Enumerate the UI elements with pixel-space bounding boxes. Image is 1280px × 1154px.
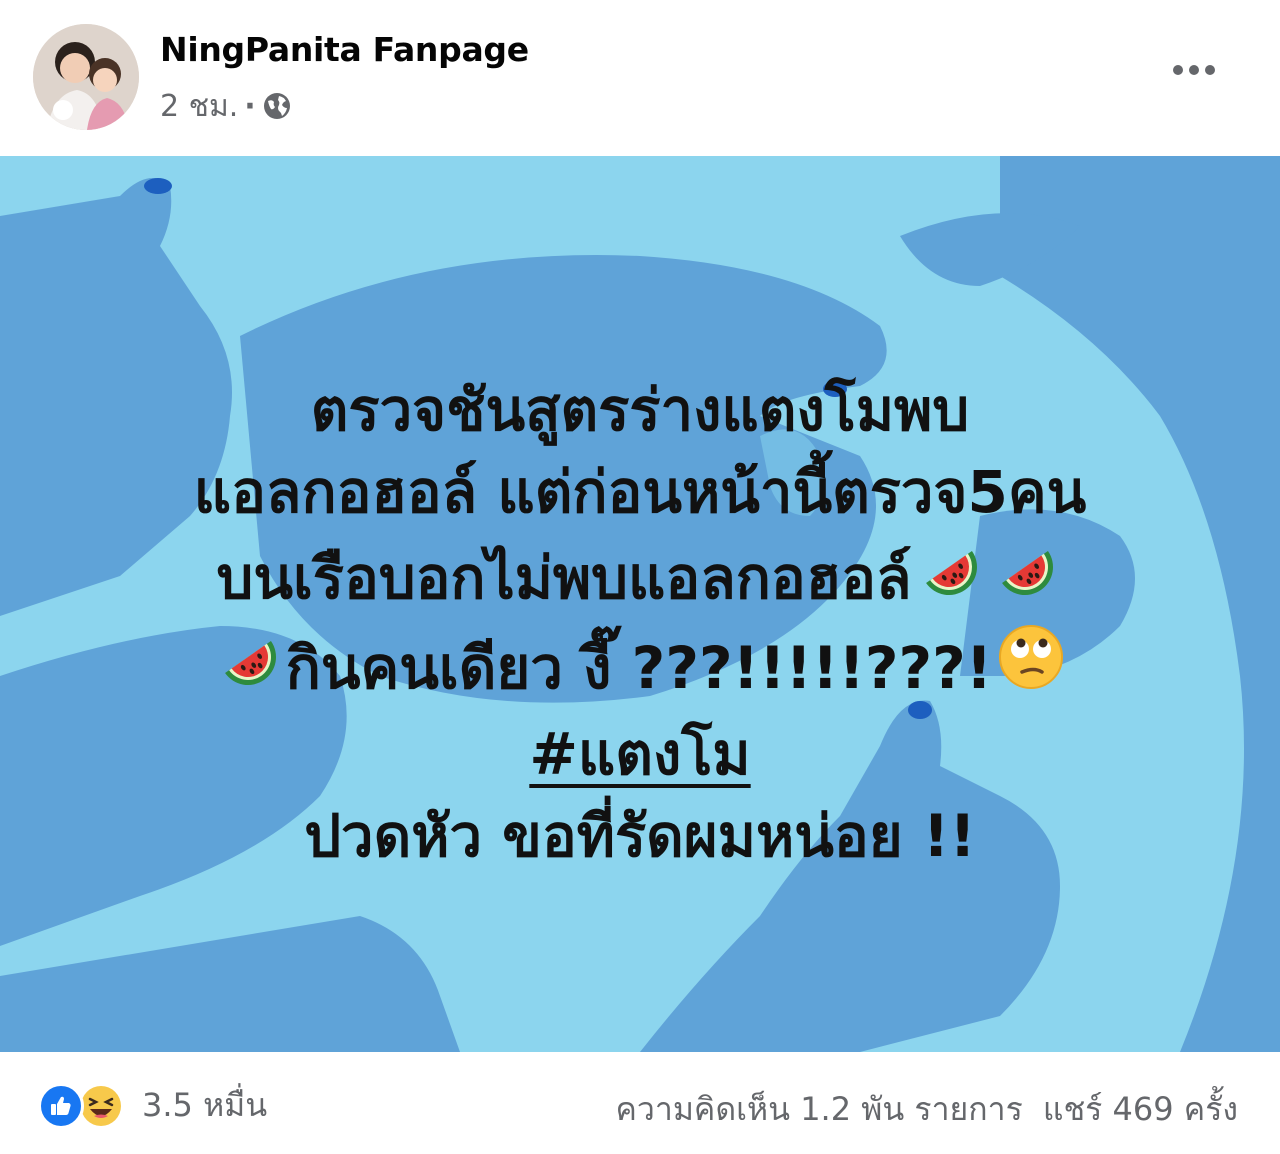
post-header: NingPanita Fanpage 2 ชม. · — [0, 0, 1280, 156]
status-line-1: ตรวจชันสูตรร่างแตงโมพบ — [310, 376, 970, 444]
status-line-5: #แตงโม — [529, 713, 750, 795]
globe-icon[interactable] — [262, 91, 292, 121]
more-options-button[interactable] — [1168, 50, 1220, 90]
status-line-4-text: กินคนเดียว งี๊ ???!!!!!???! — [285, 633, 993, 702]
status-line-4: กินคนเดียว งี๊ ???!!!!!???! — [210, 622, 1071, 713]
reaction-count: 3.5 หมื่น — [142, 1086, 268, 1124]
rolling-eyes-emoji — [996, 622, 1066, 713]
status-line-6: ปวดหัว ขอที่รัดผมหน่อย !! — [304, 802, 976, 870]
like-icon — [38, 1082, 84, 1129]
haha-icon — [78, 1082, 124, 1129]
post-time[interactable]: 2 ชม. — [160, 83, 238, 130]
watermelon-emoji — [915, 533, 983, 622]
reactions-summary[interactable]: 3.5 หมื่น — [38, 1080, 267, 1131]
watermelon-emoji — [214, 623, 282, 712]
facebook-post: NingPanita Fanpage 2 ชม. · ตรวจชันสูตรร่… — [0, 0, 1280, 1154]
status-line-3: บนเรือบอกไม่พบแอลกอฮอล์ — [217, 533, 1064, 622]
watermelon-emoji — [991, 533, 1059, 622]
post-footer: 3.5 หมื่น ความคิดเห็น 1.2 พัน รายการ แชร… — [0, 1052, 1280, 1154]
meta-separator: · — [244, 88, 256, 124]
shares-count-link[interactable]: แชร์ 469 ครั้ง — [1043, 1084, 1238, 1135]
status-line-2: แอลกอฮอล์ แต่ก่อนหน้านี้ตรวจ5คน — [193, 458, 1087, 526]
engagement-counts: ความคิดเห็น 1.2 พัน รายการ แชร์ 469 ครั้… — [615, 1084, 1238, 1135]
post-meta: 2 ชม. · — [160, 86, 292, 126]
page-avatar[interactable] — [33, 24, 139, 130]
status-text: ตรวจชันสูตรร่างแตงโมพบ แอลกอฮอล์ แต่ก่อน… — [0, 156, 1280, 1052]
more-horizontal-icon — [1173, 65, 1215, 75]
status-background[interactable]: ตรวจชันสูตรร่างแตงโมพบ แอลกอฮอล์ แต่ก่อน… — [0, 156, 1280, 1052]
hashtag-link[interactable]: #แตงโม — [529, 713, 750, 795]
status-line-3-text: บนเรือบอกไม่พบแอลกอฮอล์ — [216, 543, 912, 612]
page-name[interactable]: NingPanita Fanpage — [160, 30, 529, 69]
comments-count-link[interactable]: ความคิดเห็น 1.2 พัน รายการ — [615, 1084, 1022, 1135]
